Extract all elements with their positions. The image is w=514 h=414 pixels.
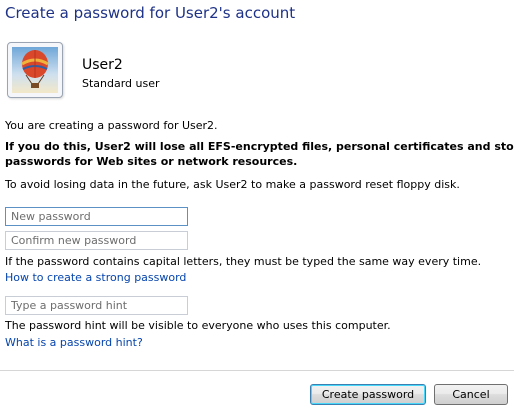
warning-text-line1: If you do this, User2 will lose all EFS-… (5, 140, 514, 153)
password-hint-input[interactable] (5, 296, 188, 315)
capital-letters-note: If the password contains capital letters… (5, 255, 482, 268)
user-avatar (7, 42, 63, 98)
reset-disk-advice-text: To avoid losing data in the future, ask … (5, 178, 460, 191)
strong-password-link[interactable]: How to create a strong password (5, 271, 186, 284)
warning-text-line2: passwords for Web sites or network resou… (5, 155, 298, 168)
creating-password-text: You are creating a password for User2. (5, 119, 218, 132)
confirm-password-input[interactable] (5, 231, 188, 250)
new-password-input[interactable] (5, 207, 188, 226)
footer-divider (0, 370, 514, 371)
user-name: User2 (82, 57, 123, 73)
user-account-type: Standard user (82, 77, 160, 90)
hint-visibility-note: The password hint will be visible to eve… (5, 319, 391, 332)
hot-air-balloon-icon (12, 47, 58, 93)
create-password-button[interactable]: Create password (310, 384, 426, 405)
password-hint-link[interactable]: What is a password hint? (5, 336, 143, 349)
page-title: Create a password for User2's account (5, 4, 296, 22)
cancel-button[interactable]: Cancel (434, 384, 508, 405)
